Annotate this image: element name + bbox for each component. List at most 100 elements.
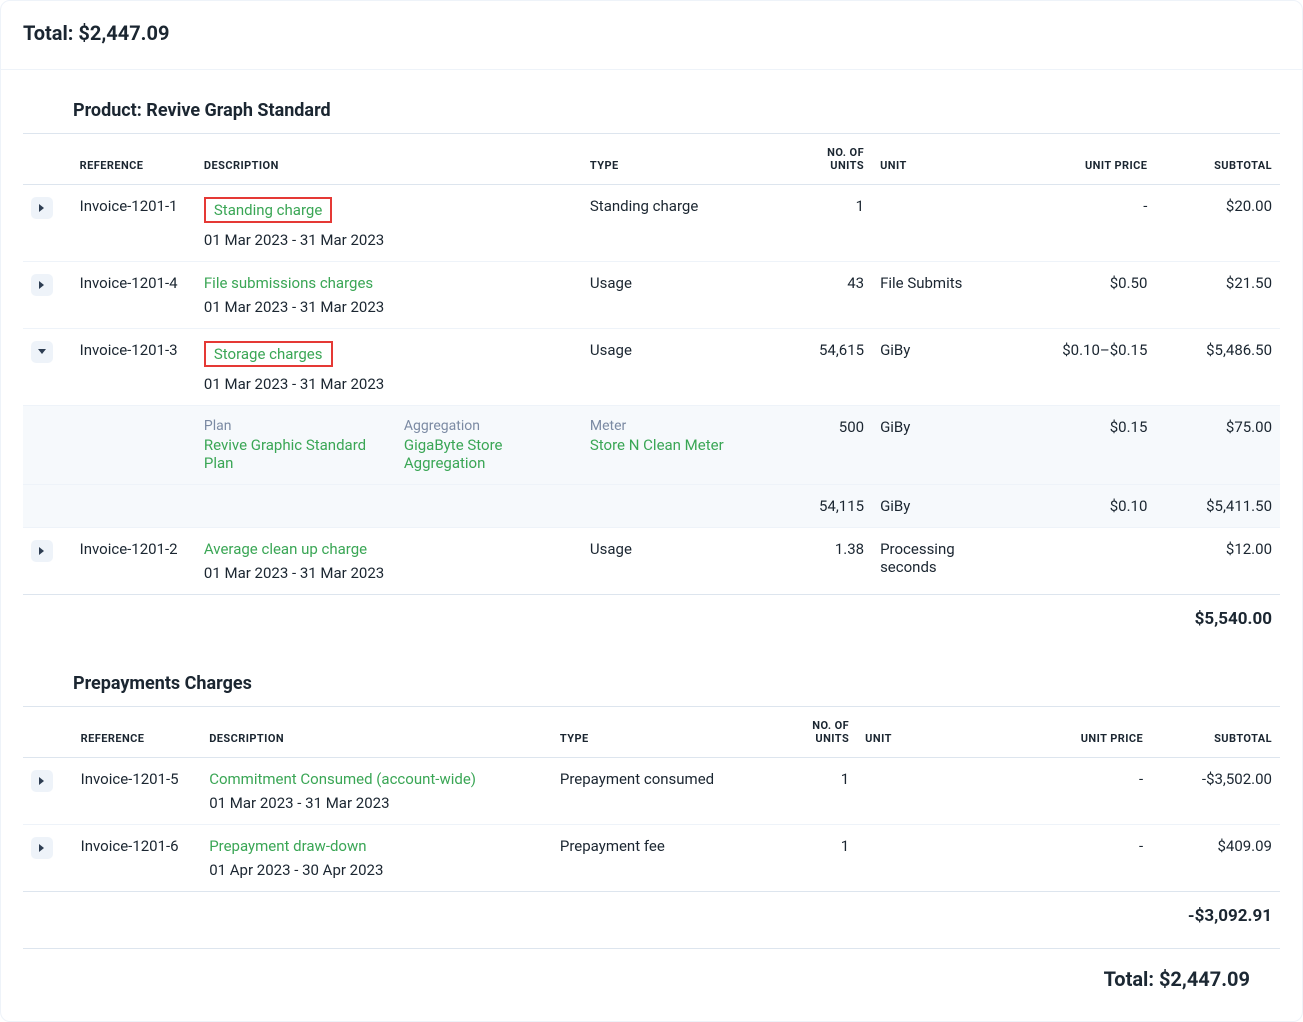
th-unit: UNIT [857,707,1004,758]
cell-unit-price: $0.10–$0.15 [1015,329,1155,406]
chevron-down-icon [37,348,47,356]
table-row: Invoice-1201-2 Average clean up charge 0… [23,528,1280,595]
cell-unit-price: - [1004,825,1151,892]
line-daterange: 01 Apr 2023 - 30 Apr 2023 [209,861,544,879]
cell-reference: Invoice-1201-3 [72,329,196,406]
cell-subtotal: $20.00 [1155,185,1280,262]
collapse-toggle[interactable] [31,341,53,363]
expand-toggle[interactable] [31,540,53,562]
cell-type: Standing charge [582,185,768,262]
th-type: TYPE [552,707,749,758]
expand-toggle[interactable] [31,770,53,792]
cell-unit-price [1015,528,1155,595]
expand-toggle[interactable] [31,274,53,296]
th-subtotal: SUBTOTAL [1155,134,1280,185]
detail-tier-units: 500 [768,406,872,485]
detail-plan-label: Plan [204,418,374,434]
detail-tier-price: $0.10 [1015,485,1155,528]
cell-description: Standing charge 01 Mar 2023 - 31 Mar 202… [196,185,582,262]
th-unit-price: UNIT PRICE [1015,134,1155,185]
table-row: Invoice-1201-6 Prepayment draw-down 01 A… [23,825,1280,892]
cell-description: Average clean up charge 01 Mar 2023 - 31… [196,528,582,595]
line-daterange: 01 Mar 2023 - 31 Mar 2023 [204,231,574,249]
th-reference: REFERENCE [73,707,202,758]
cell-subtotal: -$3,502.00 [1151,758,1280,825]
th-unit-price: UNIT PRICE [1004,707,1151,758]
cell-subtotal: $5,486.50 [1155,329,1280,406]
line-name-link[interactable]: Average clean up charge [204,540,367,558]
cell-reference: Invoice-1201-5 [73,758,202,825]
table-row: Invoice-1201-3 Storage charges 01 Mar 20… [23,329,1280,406]
top-total-bar: Total: $2,447.09 [1,1,1302,70]
cell-reference: Invoice-1201-1 [72,185,196,262]
cell-unit: File Submits [872,262,1015,329]
grand-total-label: Total: [1104,967,1159,991]
cell-units: 1 [768,185,872,262]
th-description: DESCRIPTION [201,707,552,758]
cell-unit [857,758,1004,825]
detail-tier-unit: GiBy [872,406,1015,485]
cell-units: 54,615 [768,329,872,406]
th-units: NO. OFUNITS [768,134,872,185]
detail-tier-units: 54,115 [768,485,872,528]
cell-description: File submissions charges 01 Mar 2023 - 3… [196,262,582,329]
cell-reference: Invoice-1201-2 [72,528,196,595]
cell-subtotal: $21.50 [1155,262,1280,329]
line-name-link[interactable]: Standing charge [214,201,322,219]
cell-units: 1.38 [768,528,872,595]
detail-plan-value: Revive Graphic Standard Plan [204,436,374,472]
cell-reference: Invoice-1201-6 [73,825,202,892]
expand-toggle[interactable] [31,837,53,859]
product-section: Product: Revive Graph Standard REFERENCE… [1,100,1302,991]
chevron-right-icon [38,280,46,290]
line-name-link[interactable]: Prepayment draw-down [209,837,366,855]
cell-type: Prepayment consumed [552,758,749,825]
line-daterange: 01 Mar 2023 - 31 Mar 2023 [204,298,574,316]
line-name-link[interactable]: Commitment Consumed (account-wide) [209,770,476,788]
cell-subtotal: $409.09 [1151,825,1280,892]
cell-type: Usage [582,262,768,329]
cell-unit [857,825,1004,892]
cell-description: Storage charges 01 Mar 2023 - 31 Mar 202… [196,329,582,406]
top-total-value: $2,447.09 [78,21,169,45]
detail-row: Plan Revive Graphic Standard Plan Aggreg… [23,406,1280,485]
cell-unit [872,185,1015,262]
cell-type: Usage [582,329,768,406]
detail-tier-price: $0.15 [1015,406,1155,485]
th-unit: UNIT [872,134,1015,185]
section-subtotal: $5,540.00 [23,595,1280,644]
section-subtotal: -$3,092.91 [23,892,1280,941]
line-name-link[interactable]: File submissions charges [204,274,373,292]
th-subtotal: SUBTOTAL [1151,707,1280,758]
th-type: TYPE [582,134,768,185]
expand-toggle[interactable] [31,197,53,219]
cell-unit-price: $0.50 [1015,262,1155,329]
th-reference: REFERENCE [72,134,196,185]
line-daterange: 01 Mar 2023 - 31 Mar 2023 [204,375,574,393]
cell-unit-price: - [1015,185,1155,262]
cell-type: Prepayment fee [552,825,749,892]
cell-unit: Processing seconds [872,528,1015,595]
detail-tier-subtotal: $75.00 [1155,406,1280,485]
th-description: DESCRIPTION [196,134,582,185]
th-units: NO. OFUNITS [749,707,857,758]
top-total-label: Total: [23,21,78,45]
product-table: REFERENCE DESCRIPTION TYPE NO. OFUNITS U… [23,133,1280,643]
cell-description: Commitment Consumed (account-wide) 01 Ma… [201,758,552,825]
chevron-right-icon [38,843,46,853]
detail-agg-value: GigaByte Store Aggregation [404,436,574,472]
detail-tier-subtotal: $5,411.50 [1155,485,1280,528]
chevron-right-icon [38,203,46,213]
grand-total: Total: $2,447.09 [23,948,1280,991]
grand-total-value: $2,447.09 [1159,967,1250,991]
table-row: Invoice-1201-5 Commitment Consumed (acco… [23,758,1280,825]
table-row: Invoice-1201-1 Standing charge 01 Mar 20… [23,185,1280,262]
detail-meter-label: Meter [590,418,760,434]
prepayments-section-title: Prepayments Charges [73,673,1280,706]
detail-row: 54,115 GiBy $0.10 $5,411.50 [23,485,1280,528]
chevron-right-icon [38,776,46,786]
cell-description: Prepayment draw-down 01 Apr 2023 - 30 Ap… [201,825,552,892]
cell-units: 1 [749,758,857,825]
line-name-link[interactable]: Storage charges [214,345,323,363]
cell-units: 43 [768,262,872,329]
